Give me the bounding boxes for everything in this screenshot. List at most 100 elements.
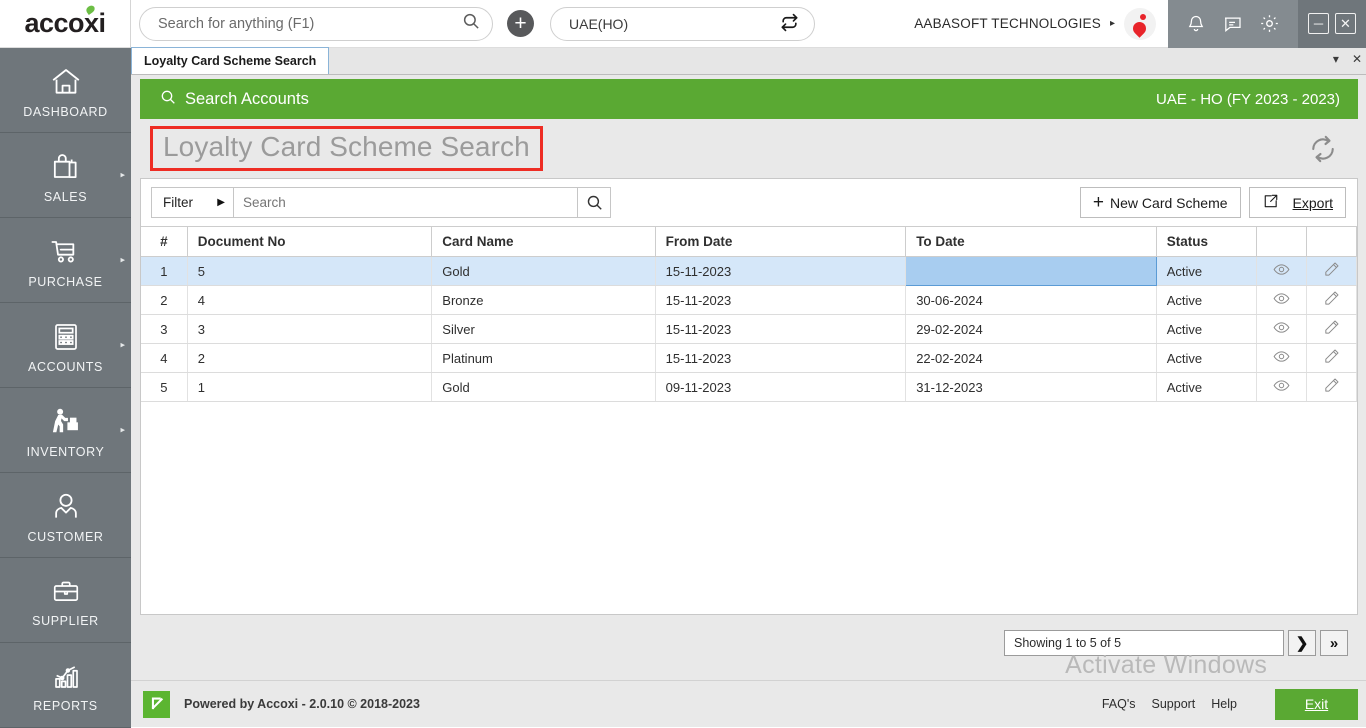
sidebar-item-sales[interactable]: SALES ▸: [0, 133, 131, 218]
powered-by-label: Powered by Accoxi - 2.0.10 © 2018-2023: [184, 697, 420, 711]
view-row-button[interactable]: [1256, 372, 1307, 402]
last-page-button[interactable]: »: [1320, 630, 1348, 656]
cell-card-name: Bronze: [431, 285, 656, 315]
sidebar-item-label: CUSTOMER: [27, 529, 104, 544]
search-icon[interactable]: [462, 12, 480, 35]
avatar-drop-small: [1140, 13, 1146, 20]
footer-link-faqs[interactable]: FAQ's: [1102, 697, 1136, 711]
column-header-from-date[interactable]: From Date: [655, 226, 907, 257]
minimize-button[interactable]: ─: [1308, 13, 1329, 34]
tab-label: Loyalty Card Scheme Search: [144, 54, 317, 68]
sidebar-item-customer[interactable]: CUSTOMER: [0, 473, 131, 558]
sidebar-item-purchase[interactable]: PURCHASE ▸: [0, 218, 131, 303]
cell-status: Active: [1156, 372, 1258, 402]
exit-button[interactable]: Exit: [1275, 688, 1358, 720]
switch-branch-icon[interactable]: [780, 13, 799, 35]
cell-status: Active: [1156, 285, 1258, 315]
table-row[interactable]: 5 1 Gold 09-11-2023 31-12-2023 Active: [141, 372, 1358, 402]
table-row[interactable]: 3 3 Silver 15-11-2023 29-02-2024 Active: [141, 314, 1358, 344]
refresh-icon[interactable]: [1308, 134, 1338, 164]
footer-links: FAQ's Support Help Exit: [1102, 688, 1366, 720]
cell-number: 5: [141, 372, 188, 402]
cell-to-date: 29-02-2024: [905, 314, 1157, 344]
column-header-status[interactable]: Status: [1156, 226, 1258, 257]
chevron-right-icon[interactable]: ▸: [120, 340, 125, 351]
pagination-status[interactable]: Showing 1 to 5 of 5: [1004, 630, 1284, 656]
sidebar-item-dashboard[interactable]: DASHBOARD: [0, 48, 131, 133]
search-input[interactable]: [234, 188, 577, 217]
cell-number: 2: [141, 285, 188, 315]
search-submit-button[interactable]: [577, 188, 610, 217]
chevron-right-icon[interactable]: ▸: [120, 425, 125, 436]
gear-icon[interactable]: [1259, 13, 1280, 34]
toolbar-actions: + New Card Scheme Export: [1079, 187, 1346, 218]
filter-dropdown-button[interactable]: Filter ▶: [152, 188, 234, 217]
chevron-right-icon[interactable]: ▸: [120, 255, 125, 266]
sidebar-item-reports[interactable]: REPORTS: [0, 643, 131, 728]
sidebar-item-inventory[interactable]: INVENTORY ▸: [0, 388, 131, 473]
column-header-edit: [1306, 226, 1358, 257]
global-search-box[interactable]: [139, 6, 493, 41]
footer-bar: Powered by Accoxi - 2.0.10 © 2018-2023 F…: [131, 680, 1366, 727]
briefcase-icon: [49, 577, 83, 607]
branch-selector[interactable]: UAE(HO): [550, 6, 815, 41]
avatar[interactable]: [1124, 7, 1156, 40]
filter-label: Filter: [163, 195, 193, 210]
edit-row-button[interactable]: [1306, 314, 1358, 344]
chevron-right-icon[interactable]: ▸: [1110, 18, 1115, 29]
cell-to-date: 30-06-2024: [905, 285, 1157, 315]
export-icon: [1262, 193, 1279, 213]
cell-to-date[interactable]: [905, 256, 1157, 286]
tab-loyalty-card-scheme-search[interactable]: Loyalty Card Scheme Search: [131, 47, 330, 74]
edit-row-button[interactable]: [1306, 285, 1358, 315]
sidebar-item-accounts[interactable]: ACCOUNTS ▸: [0, 303, 131, 388]
new-card-scheme-label: New Card Scheme: [1110, 194, 1228, 211]
cell-status: Active: [1156, 256, 1258, 286]
footer-link-help[interactable]: Help: [1211, 697, 1237, 711]
bell-icon[interactable]: [1186, 14, 1206, 34]
company-name-label: AABASOFT TECHNOLOGIES: [914, 16, 1101, 31]
view-row-button[interactable]: [1256, 314, 1307, 344]
new-card-scheme-button[interactable]: + New Card Scheme: [1079, 187, 1241, 218]
table-row[interactable]: 2 4 Bronze 15-11-2023 30-06-2024 Active: [141, 285, 1358, 315]
sidebar-item-label: SUPPLIER: [32, 613, 99, 628]
table-row[interactable]: 4 2 Platinum 15-11-2023 22-02-2024 Activ…: [141, 343, 1358, 373]
column-header-number[interactable]: #: [141, 226, 188, 257]
export-button[interactable]: Export: [1248, 187, 1346, 218]
search-accounts-group[interactable]: Search Accounts: [160, 89, 309, 110]
footer-link-support[interactable]: Support: [1152, 697, 1196, 711]
accoxi-footer-logo-icon: [143, 690, 170, 718]
pagination-controls: Showing 1 to 5 of 5 ❯ »: [1004, 630, 1348, 656]
next-page-button[interactable]: ❯: [1288, 630, 1316, 656]
warehouse-worker-icon: [48, 406, 84, 438]
sidebar-item-label: INVENTORY: [26, 444, 105, 459]
column-header-view: [1256, 226, 1307, 257]
view-row-button[interactable]: [1256, 343, 1307, 373]
edit-row-button[interactable]: [1306, 372, 1358, 402]
global-search-input[interactable]: [158, 15, 462, 32]
cell-document-no: 1: [187, 372, 433, 402]
cell-to-date: 31-12-2023: [905, 372, 1157, 402]
view-row-button[interactable]: [1256, 285, 1307, 315]
add-new-button[interactable]: +: [507, 10, 534, 37]
close-tab-icon[interactable]: ✕: [1352, 52, 1362, 66]
sidebar-item-label: ACCOUNTS: [28, 359, 103, 374]
edit-row-button[interactable]: [1306, 343, 1358, 373]
chevron-down-icon[interactable]: ▾: [1333, 52, 1339, 66]
table-row[interactable]: 1 5 Gold 15-11-2023 Active: [141, 256, 1358, 286]
view-row-button[interactable]: [1256, 256, 1307, 286]
column-header-to-date[interactable]: To Date: [905, 226, 1157, 257]
chevron-right-icon[interactable]: ▸: [120, 170, 125, 181]
page-title-highlight: Loyalty Card Scheme Search: [150, 126, 543, 171]
sidebar-item-label: SALES: [43, 189, 88, 204]
search-icon: [160, 89, 176, 110]
column-header-card-name[interactable]: Card Name: [431, 226, 656, 257]
close-window-button[interactable]: ✕: [1335, 13, 1356, 34]
column-header-document-no[interactable]: Document No: [187, 226, 433, 257]
company-selector[interactable]: AABASOFT TECHNOLOGIES ▸: [914, 7, 1168, 40]
sidebar-item-supplier[interactable]: SUPPLIER: [0, 558, 131, 643]
message-icon[interactable]: [1222, 14, 1243, 34]
shopping-cart-icon: [47, 236, 85, 268]
cell-number: 1: [141, 256, 188, 286]
edit-row-button[interactable]: [1306, 256, 1358, 286]
